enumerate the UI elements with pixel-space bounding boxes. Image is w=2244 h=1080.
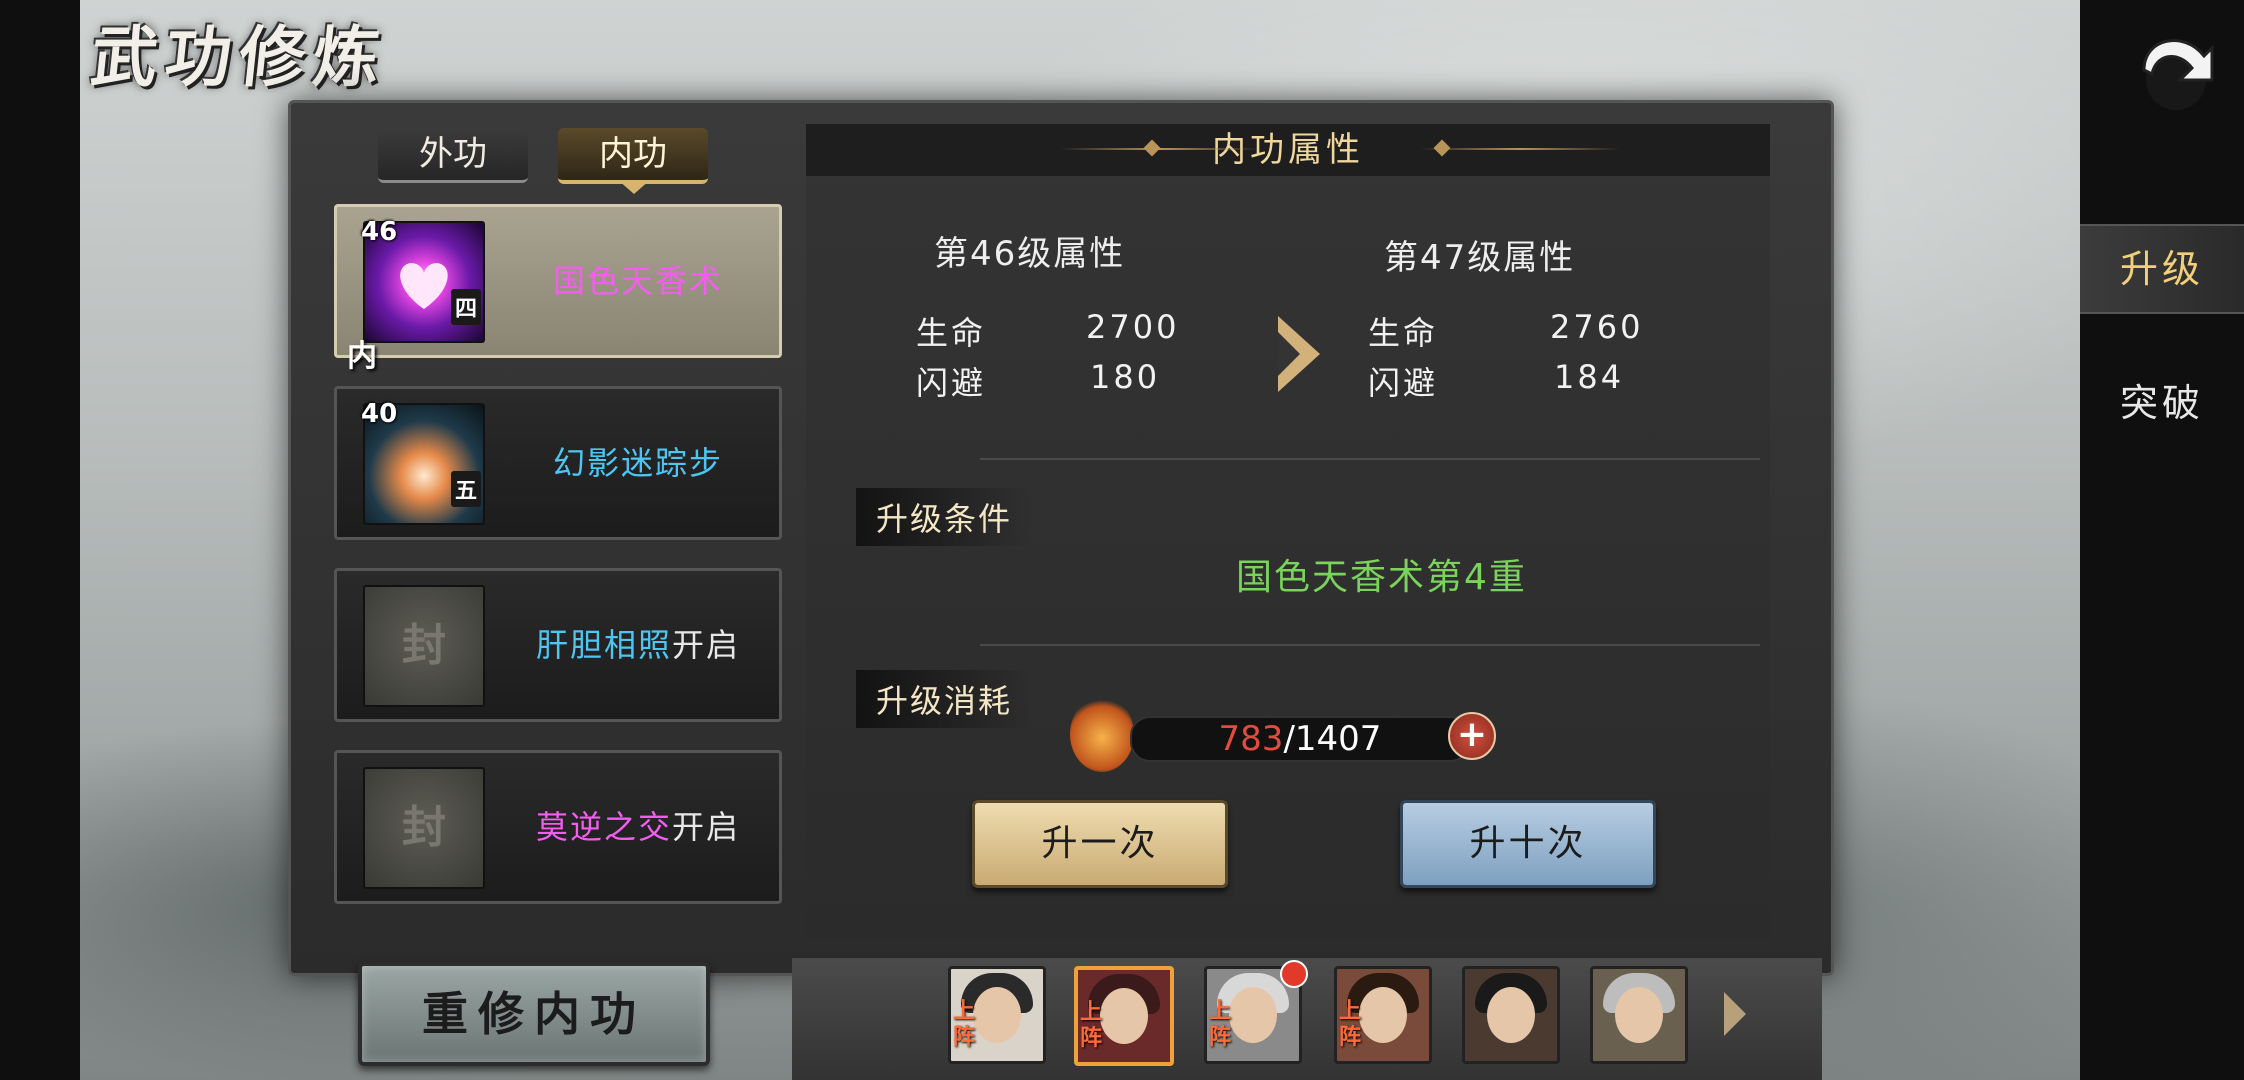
tab-inner-skill[interactable]: 内功 [558, 128, 708, 194]
skill-type-tag: 内 [347, 339, 377, 374]
skill-name: 莫逆之交 [535, 808, 672, 846]
next-stat-value: 2760 [1550, 308, 1644, 346]
upgrade-condition-label: 升级条件 [856, 488, 1033, 546]
cost-total: /1407 [1283, 719, 1382, 759]
skill-item-gandan-locked[interactable]: 封 肝胆相照开启 [334, 568, 782, 722]
skill-tier: 五 [451, 471, 482, 507]
notification-dot [1280, 960, 1308, 988]
upgrade-cost-label: 升级消耗 [856, 670, 1033, 728]
lock-glyph: 封 [402, 620, 446, 671]
deployed-tag: 上阵 [1080, 1000, 1103, 1051]
panel-header: 内功属性 [806, 124, 1770, 176]
sealed-lock-icon: 封 [363, 767, 485, 889]
skill-name-row: 莫逆之交开启 [497, 753, 779, 901]
current-stat-label: 闪避 [916, 364, 987, 402]
skill-item-huanying[interactable]: 40 五 幻影迷踪步 [334, 386, 782, 540]
tab-upgrade[interactable]: 升级 [2080, 224, 2244, 314]
page-title: 武功修炼 [87, 18, 392, 96]
skill-item-guose[interactable]: 46 四 内 国色天香术 [334, 204, 782, 374]
next-stat-label: 生命 [1368, 314, 1439, 352]
rebuild-inner-skill-button[interactable]: 重修内功 [358, 962, 710, 1066]
portrait-face [1229, 987, 1277, 1043]
portrait-face [973, 987, 1021, 1043]
deployed-tag: 上阵 [1339, 999, 1362, 1050]
skill-level: 46 [361, 217, 398, 247]
skill-name: 幻影迷踪步 [552, 444, 723, 482]
tab-caret-icon [618, 180, 650, 194]
tab-outer-skill[interactable]: 外功 [378, 128, 528, 183]
cultivation-flame-icon [1070, 696, 1134, 772]
next-level-arrow-icon [1278, 316, 1320, 392]
character-portrait[interactable] [1590, 966, 1688, 1064]
character-portrait-selected[interactable]: 上阵 [1074, 966, 1174, 1066]
skill-item-moni-locked[interactable]: 封 莫逆之交开启 [334, 750, 782, 904]
skill-tier: 四 [451, 289, 482, 325]
left-letterbox [0, 0, 80, 1080]
next-stat-label: 闪避 [1368, 364, 1439, 402]
cost-progress: 783/1407 [1130, 716, 1470, 762]
skill-name: 国色天香术 [552, 262, 723, 300]
deployed-tag: 上阵 [953, 999, 976, 1050]
back-arrow-icon[interactable] [2114, 8, 2224, 118]
tab-inner-label: 内功 [599, 134, 667, 174]
portrait-face [1100, 988, 1148, 1044]
deployed-tag: 上阵 [1209, 999, 1232, 1050]
next-level-title: 第47级属性 [1384, 238, 1576, 278]
divider [980, 458, 1760, 460]
next-stat-value: 184 [1554, 358, 1625, 396]
upgrade-once-button[interactable]: 升一次 [972, 800, 1228, 888]
current-stat-value: 2700 [1086, 308, 1180, 346]
skill-open-suffix: 开启 [672, 808, 741, 846]
upgrade-condition-text: 国色天香术第4重 [1236, 557, 1527, 598]
scroll-right-arrow-icon[interactable] [1724, 992, 1746, 1036]
sealed-lock-icon: 封 [363, 585, 485, 707]
tab-breakthrough[interactable]: 突破 [2080, 360, 2244, 446]
skill-level: 40 [361, 399, 398, 429]
cost-current: 783 [1218, 719, 1284, 759]
portrait-face [1615, 987, 1663, 1043]
character-portrait[interactable] [1462, 966, 1560, 1064]
divider [980, 644, 1760, 646]
current-level-title: 第46级属性 [934, 234, 1126, 274]
skill-name-row: 肝胆相照开启 [497, 571, 779, 719]
skill-name: 肝胆相照 [535, 626, 672, 664]
portrait-face [1487, 987, 1535, 1043]
character-portrait[interactable]: 上阵 [948, 966, 1046, 1064]
right-sidebar [2080, 0, 2244, 1080]
character-portrait[interactable]: 上阵 [1334, 966, 1432, 1064]
add-resource-button[interactable]: + [1448, 712, 1496, 760]
upgrade-ten-button[interactable]: 升十次 [1400, 800, 1656, 888]
current-stat-label: 生命 [916, 314, 987, 352]
skill-open-suffix: 开启 [672, 626, 741, 664]
portrait-face [1359, 987, 1407, 1043]
current-stat-value: 180 [1090, 358, 1161, 396]
lock-glyph: 封 [402, 802, 446, 853]
